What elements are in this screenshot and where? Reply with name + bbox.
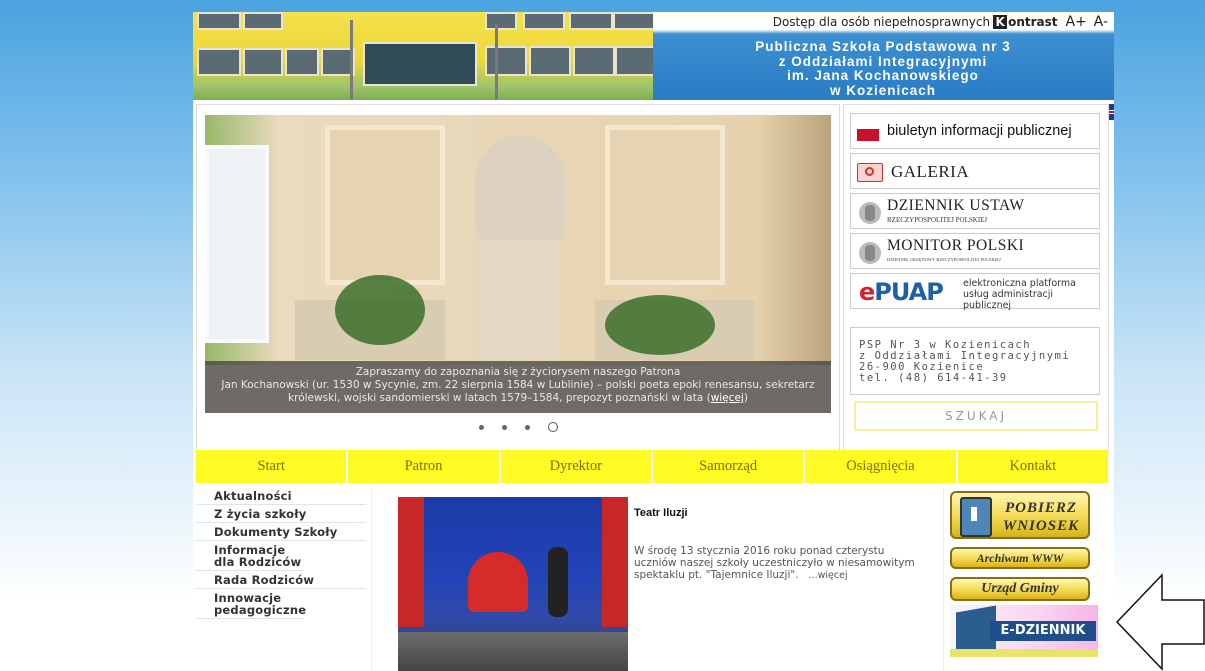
- nav-kontakt[interactable]: Kontakt: [957, 450, 1108, 483]
- school-name-line: z Oddziałami Integracyjnymi: [778, 53, 988, 69]
- epuap-description: elektroniczna platforma usług administrac…: [963, 278, 1099, 311]
- header-banner: Dostęp dla osób niepełnosprawnych Kontras…: [653, 12, 1114, 100]
- news-text: W środę 13 stycznia 2016 roku ponad czte…: [634, 545, 915, 581]
- menu-dokumenty-szkoly[interactable]: Dokumenty Szkoły: [196, 523, 366, 541]
- menu-informacje-dla-rodzicow[interactable]: Informacje dla Rodziców: [196, 541, 304, 571]
- document-download-icon: [960, 497, 992, 537]
- menu-rada-rodzicow[interactable]: Rada Rodziców: [196, 571, 366, 589]
- school-building-photo: [193, 12, 653, 100]
- caption-more-link[interactable]: więcej: [711, 392, 744, 404]
- eagle-emblem-icon: [859, 202, 881, 224]
- image-slider: Zapraszamy do zapoznania się z życioryse…: [196, 104, 840, 452]
- accessibility-bar: Dostęp dla osób niepełnosprawnych Kontras…: [773, 14, 1108, 30]
- slide-caption: Zapraszamy do zapoznania się z życioryse…: [205, 361, 831, 413]
- gallery-link[interactable]: GALERIA: [850, 153, 1100, 189]
- archiwum-www-button[interactable]: Archiwum WWW: [950, 547, 1090, 569]
- news-title[interactable]: Teatr Iluzji: [634, 507, 688, 519]
- school-name: Publiczna Szkoła Podstawowa nr 3 z Oddzi…: [703, 39, 1063, 98]
- left-menu: Aktualności Z życia szkoły Dokumenty Szk…: [196, 487, 366, 671]
- contrast-k-icon[interactable]: K: [993, 15, 1008, 29]
- menu-innowacje-pedagogiczne[interactable]: Innowacje pedagogiczne: [196, 589, 306, 619]
- main-nav: Start Patron Dyrektor Samorząd Osiągnięc…: [196, 450, 1108, 483]
- epuap-logo: ePUAP: [859, 278, 944, 306]
- e-dziennik-label: E-DZIENNIK: [990, 621, 1096, 641]
- camera-icon: [857, 163, 883, 182]
- side-links-panel: biuletyn informacji publicznej GALERIA D…: [843, 104, 1109, 452]
- slide-image[interactable]: Zapraszamy do zapoznania się z życioryse…: [205, 115, 831, 413]
- pobierz-label: POBIERZ WNIOSEK: [1002, 500, 1080, 534]
- header: Dostęp dla osób niepełnosprawnych Kontras…: [193, 12, 1114, 120]
- news-image[interactable]: [398, 497, 628, 671]
- nav-patron[interactable]: Patron: [348, 450, 499, 483]
- news-content: Teatr Iluzji W środę 13 stycznia 2016 ro…: [371, 487, 937, 671]
- monitor-title: MONITOR POLSKI: [887, 237, 1025, 254]
- school-address: PSP Nr 3 w Kozienicach z Oddziałami Inte…: [850, 327, 1100, 395]
- epuap-logo-e: e: [859, 278, 875, 306]
- right-banners: POBIERZ WNIOSEK Archiwum WWW Urząd Gminy…: [943, 487, 1114, 671]
- dziennik-ustaw-link[interactable]: DZIENNIK USTAW RZECZYPOSPOLITEJ POLSKIEJ: [850, 193, 1100, 229]
- pobierz-wniosek-button[interactable]: POBIERZ WNIOSEK: [950, 491, 1090, 539]
- school-name-line: Publiczna Szkoła Podstawowa nr 3: [755, 39, 1011, 54]
- slider-dot-active[interactable]: [547, 422, 558, 432]
- dziennik-subtitle: RZECZYPOSPOLITEJ POLSKIEJ: [887, 216, 988, 224]
- dziennik-title: DZIENNIK USTAW: [887, 197, 1025, 214]
- font-increase-button[interactable]: A+: [1066, 14, 1087, 30]
- page-container: Dostęp dla osób niepełnosprawnych Kontras…: [193, 12, 1114, 671]
- menu-z-zycia-szkoly[interactable]: Z życia szkoły: [196, 505, 366, 523]
- slider-dot[interactable]: [501, 424, 507, 430]
- bip-icon: [857, 123, 879, 141]
- nav-osiagniecia[interactable]: Osiągnięcia: [805, 450, 956, 483]
- monitor-subtitle: DZIENNIK URZĘDOWY RZECZYPOSPOLITEJ POLSK…: [887, 257, 1001, 262]
- urzad-gminy-button[interactable]: Urząd Gminy: [950, 577, 1090, 601]
- nav-samorzad[interactable]: Samorząd: [652, 450, 804, 483]
- epuap-description-line: usług administracji publicznej: [963, 289, 1054, 311]
- caption-end: ): [743, 392, 748, 404]
- slider-dot[interactable]: [524, 424, 530, 430]
- accessibility-label[interactable]: Dostęp dla osób niepełnosprawnych: [773, 15, 990, 29]
- news-more-link[interactable]: ...więcej: [809, 570, 848, 581]
- nav-dyrektor[interactable]: Dyrektor: [500, 450, 651, 483]
- bip-label: biuletyn informacji publicznej: [887, 123, 1072, 139]
- monitor-polski-link[interactable]: MONITOR POLSKI DZIENNIK URZĘDOWY RZECZYP…: [850, 233, 1100, 269]
- bip-link[interactable]: biuletyn informacji publicznej: [850, 113, 1100, 149]
- font-decrease-button[interactable]: A-: [1094, 14, 1108, 30]
- school-name-line: w Kozienicach: [829, 82, 937, 98]
- school-name-line: im. Jana Kochanowskiego: [787, 68, 979, 83]
- slider-dot[interactable]: [478, 424, 484, 430]
- search-button[interactable]: SZUKAJ: [854, 401, 1098, 431]
- contrast-toggle[interactable]: ontrast: [1008, 15, 1057, 29]
- nav-start[interactable]: Start: [196, 450, 347, 483]
- pointer-arrow-icon: [1115, 573, 1205, 671]
- menu-aktualnosci[interactable]: Aktualności: [196, 487, 366, 505]
- eagle-emblem-icon: [859, 242, 881, 264]
- slider-dots: [197, 422, 839, 432]
- epuap-logo-text: PUAP: [874, 278, 944, 306]
- epuap-description-line: elektroniczna platforma: [963, 278, 1076, 289]
- epuap-link[interactable]: ePUAP elektroniczna platforma usług admin…: [850, 273, 1100, 311]
- caption-lead: Zapraszamy do zapoznania się z życioryse…: [355, 366, 681, 378]
- news-body: W środę 13 stycznia 2016 roku ponad czte…: [634, 545, 929, 582]
- e-dziennik-banner[interactable]: E-DZIENNIK: [950, 605, 1098, 657]
- gallery-label: GALERIA: [891, 162, 970, 181]
